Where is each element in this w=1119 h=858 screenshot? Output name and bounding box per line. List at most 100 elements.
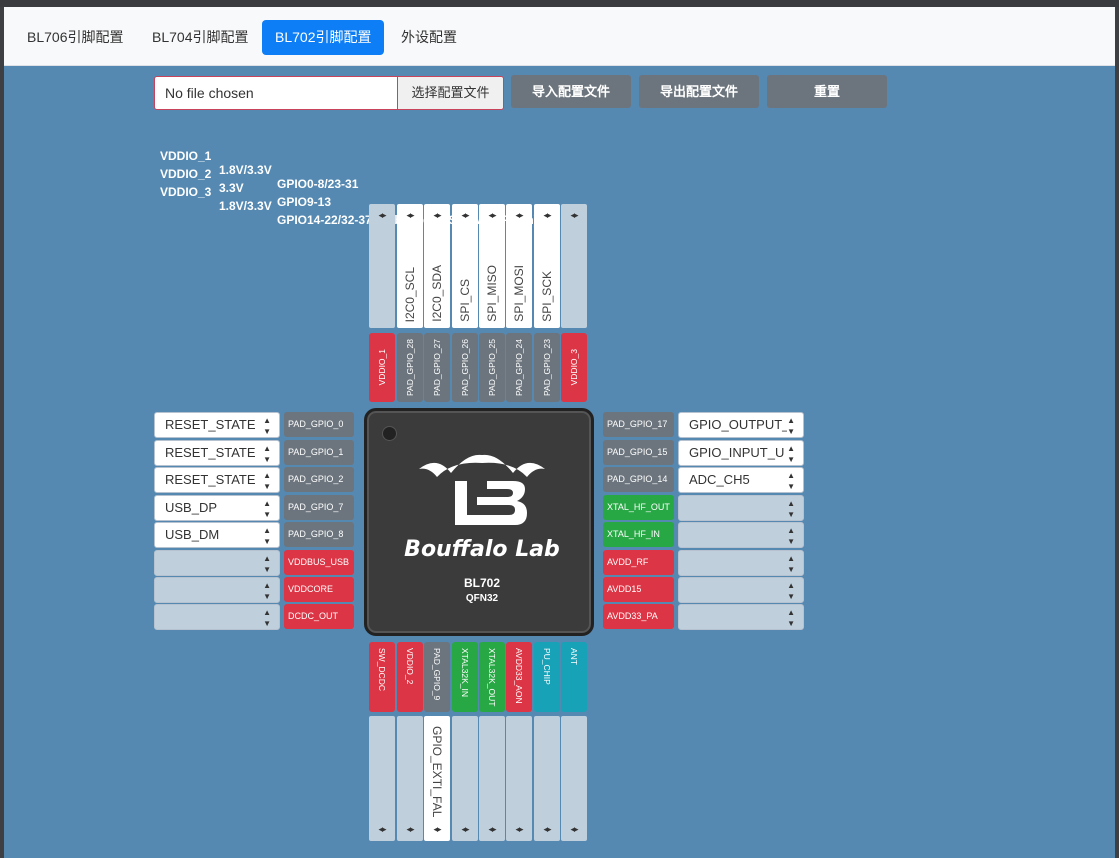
left-pad-label: PAD_GPIO_8 [284, 522, 354, 547]
export-config-button[interactable]: 导出配置文件 [639, 75, 759, 108]
top-function-select[interactable]: ◂▸ SPI_CS [452, 204, 478, 328]
updown-arrows-icon: ◂▸ [378, 210, 386, 220]
bottom-function-select[interactable]: ◂▸ [561, 716, 587, 841]
bouffalo-logo-icon [419, 454, 545, 525]
left-pad-label: PAD_GPIO_1 [284, 440, 354, 465]
left-function-select[interactable]: USB_DP ▲ ▼ [154, 495, 280, 521]
left-pad-label: PAD_GPIO_2 [284, 467, 354, 492]
left-function-select[interactable]: USB_DM ▲ ▼ [154, 522, 280, 548]
bottom-function-select[interactable]: ◂▸ [452, 716, 478, 841]
top-function-select[interactable]: ◂▸ SPI_SCK [534, 204, 560, 328]
left-function-select[interactable]: ▲ ▼ [154, 550, 280, 576]
left-function-select[interactable]: RESET_STATE ▲ ▼ [154, 440, 280, 466]
right-function-select[interactable]: ▲ ▼ [678, 604, 804, 630]
updown-arrows-icon: ◂▸ [543, 824, 551, 834]
select-caret-icon: ▲ ▼ [787, 468, 795, 492]
left-function-select[interactable]: ▲ ▼ [154, 604, 280, 630]
updown-arrows-icon: ◂▸ [488, 824, 496, 834]
right-pad-label: XTAL_HF_IN [603, 522, 674, 547]
bottom-function-select[interactable]: ◂▸ [479, 716, 505, 841]
pad-label: PAD_GPIO_28 [405, 338, 415, 396]
tab-bl706[interactable]: BL706引脚配置 [14, 20, 136, 55]
bottom-function-select[interactable]: GPIO_EXTI_FAL ◂▸ [424, 716, 450, 841]
left-pad-label: VDDBUS_USB [284, 550, 354, 575]
select-caret-icon: ▲ ▼ [787, 496, 795, 520]
top-function-select[interactable]: ◂▸ SPI_MISO [479, 204, 505, 328]
top-function-select[interactable]: ◂▸ I2C0_SCL [397, 204, 423, 328]
select-caret-icon: ▲ ▼ [263, 608, 271, 628]
select-caret-icon: ▲ ▼ [263, 416, 271, 436]
chip-package: Bouffalo Lab BL702 QFN32 [364, 408, 594, 636]
tab-peripheral[interactable]: 外设配置 [388, 20, 470, 55]
choose-file-button[interactable]: 选择配置文件 [397, 77, 503, 109]
left-function-select[interactable]: RESET_STATE ▲ ▼ [154, 467, 280, 493]
select-caret-icon: ▲ ▼ [263, 526, 271, 546]
chip-package-type: QFN32 [465, 593, 499, 604]
top-function-select[interactable]: ◂▸ [369, 204, 395, 328]
left-pad-label: PAD_GPIO_0 [284, 412, 354, 437]
left-function-select[interactable]: RESET_STATE ▲ ▼ [154, 412, 280, 438]
select-value: GPIO_INPUT_U [689, 445, 785, 460]
tab-bl704[interactable]: BL704引脚配置 [139, 20, 261, 55]
file-input[interactable]: No file chosen 选择配置文件 [154, 76, 504, 110]
pad-label: PAD_GPIO_26 [460, 338, 470, 396]
right-function-select[interactable]: ▲ ▼ [678, 550, 804, 576]
bottom-pad-label: SW_DCDC [369, 642, 395, 712]
right-pad-label: AVDD15 [603, 577, 674, 602]
bottom-function-select[interactable]: ◂▸ [397, 716, 423, 841]
select-value: GPIO_OUTPUT_ [689, 417, 790, 432]
pad-label: XTAL32K_OUT [487, 648, 497, 707]
pad-label: PAD_GPIO_24 [514, 338, 524, 396]
left-pad-label: DCDC_OUT [284, 604, 354, 629]
left-function-select[interactable]: ▲ ▼ [154, 577, 280, 603]
pad-label: VDDIO_3 [569, 349, 579, 386]
right-function-select[interactable]: GPIO_OUTPUT_ ▲ ▼ [678, 412, 804, 438]
updown-arrows-icon: ◂▸ [461, 824, 469, 834]
bottom-pad-label: AVDD33_AON [506, 642, 532, 712]
top-pad-label: PAD_GPIO_27 [424, 333, 450, 402]
right-function-select[interactable]: ▲ ▼ [678, 522, 804, 548]
top-pad-label: VDDIO_1 [369, 333, 395, 402]
bottom-pad-label: PAD_GPIO_9 [424, 642, 450, 712]
updown-arrows-icon: ◂▸ [406, 210, 414, 220]
tab-bl702[interactable]: BL702引脚配置 [262, 20, 385, 55]
right-function-select[interactable]: ADC_CH5 ▲ ▼ [678, 467, 804, 493]
left-pad-label: VDDCORE [284, 577, 354, 602]
select-value: RESET_STATE [165, 472, 256, 487]
right-pad-label: AVDD33_PA [603, 604, 674, 629]
select-caret-icon: ▲ ▼ [787, 523, 795, 547]
top-function-select[interactable]: ◂▸ [561, 204, 587, 328]
pad-label: VDDIO_1 [377, 349, 387, 386]
updown-arrows-icon: ◂▸ [543, 210, 551, 220]
bottom-function-select[interactable]: ◂▸ [534, 716, 560, 841]
select-caret-icon: ▲ ▼ [787, 578, 795, 602]
pad-label: PAD_GPIO_9 [432, 648, 442, 701]
select-value: ADC_CH5 [689, 472, 750, 487]
select-caret-icon: ▲ ▼ [263, 581, 271, 601]
pad-label: PU_CHIP [542, 648, 552, 685]
tab-bar: BL706引脚配置 BL704引脚配置 BL702引脚配置 外设配置 [4, 7, 1115, 66]
reset-button[interactable]: 重置 [767, 75, 887, 108]
right-function-select[interactable]: ▲ ▼ [678, 495, 804, 521]
select-caret-icon: ▲ ▼ [787, 605, 795, 629]
bottom-function-select[interactable]: ◂▸ [369, 716, 395, 841]
bottom-function-select[interactable]: ◂▸ [506, 716, 532, 841]
pad-label: XTAL32K_IN [460, 648, 470, 697]
pad-label: VDDIO_2 [405, 648, 415, 685]
bottom-pad-label: XTAL32K_OUT [479, 642, 505, 712]
top-function-select[interactable]: ◂▸ I2C0_SDA [424, 204, 450, 328]
function-label: I2C0_SDA [430, 265, 444, 322]
top-pad-label: PAD_GPIO_25 [479, 333, 505, 402]
bottom-pad-label: XTAL32K_IN [452, 642, 478, 712]
right-function-select[interactable]: GPIO_INPUT_U ▲ ▼ [678, 440, 804, 466]
import-config-button[interactable]: 导入配置文件 [511, 75, 631, 108]
bottom-pad-label: VDDIO_2 [397, 642, 423, 712]
function-label: SPI_CS [458, 279, 472, 322]
updown-arrows-icon: ◂▸ [488, 210, 496, 220]
top-function-select[interactable]: ◂▸ SPI_MOSI [506, 204, 532, 328]
select-caret-icon: ▲ ▼ [787, 413, 795, 437]
right-function-select[interactable]: ▲ ▼ [678, 577, 804, 603]
top-pad-label: PAD_GPIO_28 [397, 333, 423, 402]
select-caret-icon: ▲ ▼ [263, 499, 271, 519]
function-label: GPIO_EXTI_FAL [430, 726, 444, 818]
